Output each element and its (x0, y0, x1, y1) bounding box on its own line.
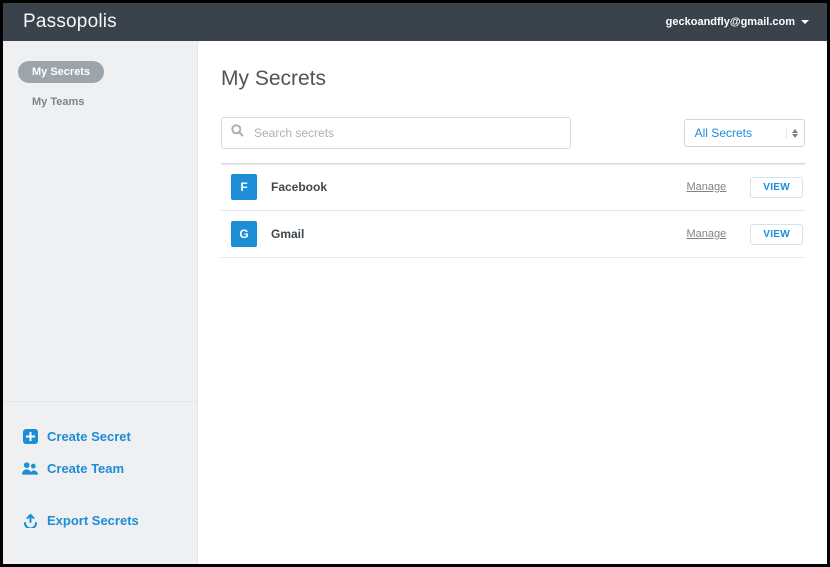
export-icon (22, 512, 38, 528)
app-header: Passopolis geckoandfly@gmail.com (3, 3, 827, 41)
sidebar: My Secrets My Teams Create Secret (3, 41, 198, 564)
manage-link[interactable]: Manage (686, 181, 726, 193)
stepper-icon (786, 129, 798, 138)
create-team-button[interactable]: Create Team (18, 452, 182, 484)
action-label: Export Secrets (47, 513, 139, 528)
main-content: My Secrets All Secrets (197, 41, 827, 564)
plus-icon (22, 428, 38, 444)
filter-dropdown[interactable]: All Secrets (684, 119, 805, 147)
secret-name: Facebook (271, 180, 672, 194)
nav-label: My Teams (32, 96, 84, 108)
search-input[interactable] (221, 117, 571, 149)
export-secrets-button[interactable]: Export Secrets (18, 504, 182, 536)
secret-name: Gmail (271, 227, 672, 241)
manage-link[interactable]: Manage (686, 228, 726, 240)
team-icon (22, 460, 38, 476)
avatar: F (231, 174, 257, 200)
chevron-down-icon (801, 20, 809, 24)
sidebar-item-my-teams[interactable]: My Teams (18, 91, 182, 113)
list-item: F Facebook Manage VIEW (221, 164, 805, 211)
user-menu[interactable]: geckoandfly@gmail.com (666, 16, 809, 28)
brand-title: Passopolis (23, 11, 117, 33)
list-item: G Gmail Manage VIEW (221, 211, 805, 258)
create-secret-button[interactable]: Create Secret (18, 420, 182, 452)
search-icon (231, 124, 244, 142)
page-title: My Secrets (221, 67, 805, 91)
view-button[interactable]: VIEW (750, 224, 803, 245)
action-label: Create Team (47, 461, 124, 476)
user-email: geckoandfly@gmail.com (666, 16, 795, 28)
filter-selected-label: All Secrets (695, 126, 752, 140)
action-label: Create Secret (47, 429, 131, 444)
avatar: G (231, 221, 257, 247)
sidebar-item-my-secrets[interactable]: My Secrets (18, 61, 104, 83)
view-button[interactable]: VIEW (750, 177, 803, 198)
nav-label: My Secrets (32, 66, 90, 78)
